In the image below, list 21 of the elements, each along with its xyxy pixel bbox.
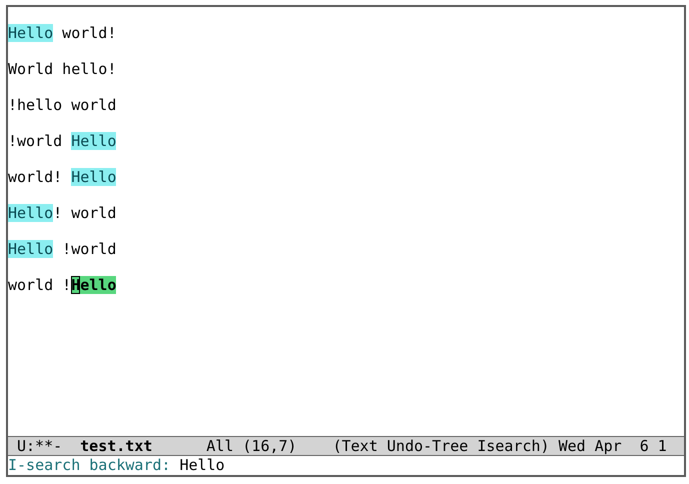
search-input[interactable]: Hello (180, 456, 225, 474)
buffer-text: World hello! (8, 60, 116, 78)
buffer-text: ! world (53, 204, 116, 222)
search-match: Hello (8, 204, 54, 222)
buffer-text: !world (8, 132, 64, 150)
modified-status: U:**- (17, 437, 62, 455)
search-match: Hello (71, 168, 116, 186)
buffer-text: !world (61, 240, 116, 258)
cursor-position: All (16,7) (206, 437, 297, 455)
buffer-name: test.txt (80, 437, 152, 455)
buffer-text: !hello world (8, 96, 116, 114)
search-match: ello (80, 276, 116, 294)
major-minor-modes: (Text Undo-Tree Isearch) (332, 437, 550, 455)
buffer-text: world! (8, 168, 64, 186)
clock-text: Wed Apr 6 1 (558, 437, 667, 455)
buffer-text: world! (61, 24, 116, 42)
search-prompt: I-search backward: (8, 456, 171, 474)
buffer-text: world ! (8, 276, 72, 294)
search-match: Hello (8, 240, 54, 258)
search-match: Hello (8, 24, 54, 42)
search-match: Hello (71, 132, 116, 150)
